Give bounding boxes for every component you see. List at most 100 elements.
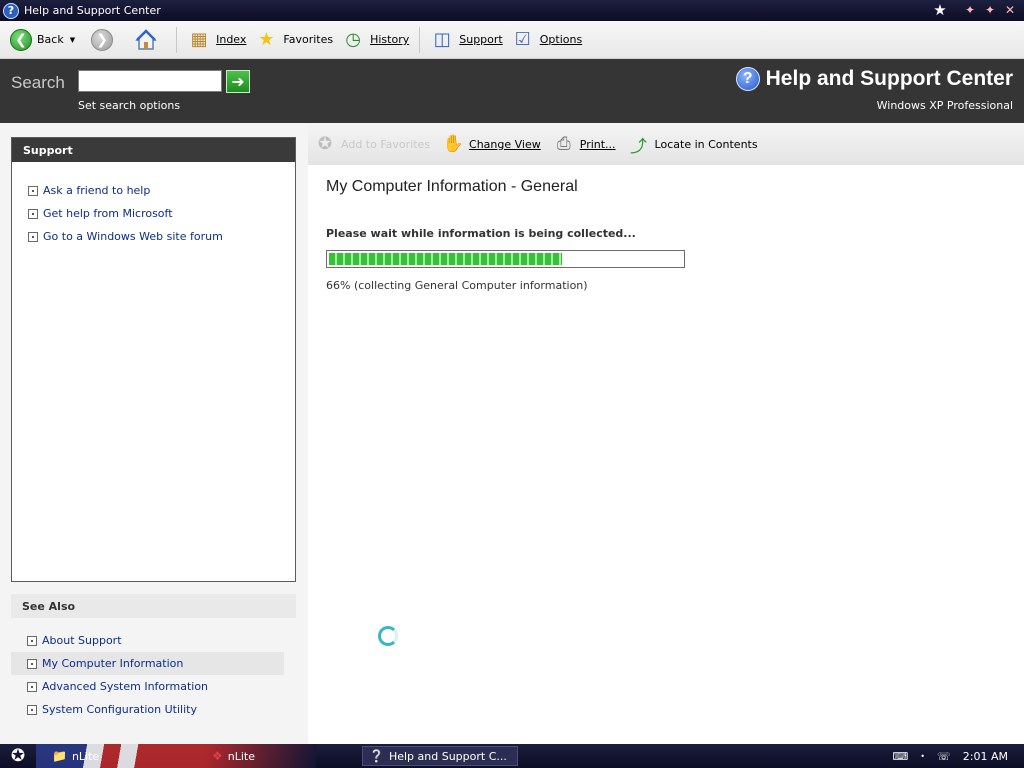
list-item-label: Go to a Windows Web site forum bbox=[43, 230, 223, 243]
content-pane: ✪ Add to Favorites ✋ Change View ⎙ Print… bbox=[308, 123, 1024, 744]
support-button[interactable]: ◫ Support bbox=[426, 25, 506, 55]
forward-button[interactable]: ❯ bbox=[87, 25, 122, 55]
see-also-item-my-computer-info[interactable]: My Computer Information bbox=[11, 652, 284, 675]
printer-icon: ⎙ bbox=[556, 134, 571, 154]
help-question-icon: ? bbox=[735, 67, 760, 91]
index-label: Index bbox=[216, 33, 247, 46]
taskbar-item-nlite-folder[interactable]: 📁 nLite bbox=[46, 746, 196, 766]
search-options-link[interactable]: Set search options bbox=[78, 99, 180, 112]
back-button-label: Back bbox=[37, 33, 64, 46]
list-item-label: Ask a friend to help bbox=[43, 184, 151, 197]
bullet-icon bbox=[28, 231, 38, 242]
title-bar: ? Help and Support Center ★ ✦ ✦ ✕ bbox=[0, 0, 1024, 21]
header-title: ? Help and Support Center bbox=[735, 67, 1013, 91]
add-favorites-label: Add to Favorites bbox=[341, 137, 431, 151]
start-star-icon: ✪ bbox=[10, 746, 26, 766]
print-button[interactable]: ⎙ Print... bbox=[553, 132, 616, 156]
history-label: History bbox=[370, 33, 410, 46]
close-icon[interactable]: ✕ bbox=[1002, 2, 1018, 18]
locate-in-contents-button[interactable]: ⤴ Locate in Contents bbox=[628, 132, 758, 157]
chevron-down-icon[interactable]: ▼ bbox=[70, 36, 75, 44]
bullet-icon bbox=[27, 658, 37, 669]
window-controls: ★ ✦ ✦ ✕ bbox=[932, 1, 1018, 19]
network-icon[interactable]: ☏ bbox=[937, 750, 951, 763]
book-icon: ▦ bbox=[190, 29, 208, 50]
support-panel: Support Ask a friend to help Get help fr… bbox=[11, 137, 296, 582]
list-item-label: System Configuration Utility bbox=[42, 703, 197, 716]
list-item-label: About Support bbox=[42, 634, 122, 647]
list-item-label: My Computer Information bbox=[42, 657, 184, 670]
taskbar-item-nlite-app[interactable]: ❖ nLite bbox=[206, 746, 346, 766]
go-arrow-icon: ➜ bbox=[231, 72, 245, 91]
start-button[interactable]: ✪ bbox=[0, 744, 36, 768]
change-view-button[interactable]: ✋ Change View bbox=[442, 132, 540, 156]
star-icon: ★ bbox=[258, 29, 275, 50]
change-view-icon: ✋ bbox=[442, 134, 464, 154]
options-button[interactable]: ☑ Options bbox=[507, 25, 586, 55]
tray-arrow-icon[interactable]: • bbox=[920, 752, 925, 761]
header-title-text: Help and Support Center bbox=[765, 67, 1013, 90]
progress-bar bbox=[326, 250, 685, 268]
support-item-microsoft[interactable]: Get help from Microsoft bbox=[28, 202, 295, 225]
see-also-item-system-config[interactable]: System Configuration Utility bbox=[11, 698, 296, 721]
progress-status-text: 66% (collecting General Computer informa… bbox=[326, 279, 588, 292]
home-button[interactable] bbox=[122, 25, 170, 55]
nlite-app-icon: ❖ bbox=[212, 749, 223, 763]
window-title: Help and Support Center bbox=[24, 4, 161, 17]
task-label: nLite bbox=[227, 749, 256, 763]
search-go-button[interactable]: ➜ bbox=[226, 70, 250, 93]
help-question-icon: ❔ bbox=[369, 749, 384, 763]
back-arrow-icon: ❮ bbox=[10, 28, 32, 51]
bullet-icon bbox=[27, 635, 37, 646]
support-heading: Support bbox=[12, 138, 295, 162]
favorites-star-icon: ✪ bbox=[317, 134, 333, 154]
toolbar-divider bbox=[176, 26, 178, 53]
history-button[interactable]: ◷ History bbox=[337, 25, 413, 55]
see-also-item-about-support[interactable]: About Support bbox=[11, 629, 296, 652]
busy-spinner-icon bbox=[378, 626, 398, 646]
support-icon: ◫ bbox=[433, 29, 451, 50]
page-title: My Computer Information - General bbox=[326, 178, 578, 195]
search-label: Search bbox=[11, 73, 65, 92]
index-button[interactable]: ▦ Index bbox=[183, 25, 250, 55]
taskbar: ✪ 📁 nLite ❖ nLite ❔ Help and Support C..… bbox=[0, 744, 1024, 768]
see-also-item-advanced-system-info[interactable]: Advanced System Information bbox=[11, 675, 296, 698]
theme-star-icon[interactable]: ★ bbox=[932, 1, 948, 19]
system-tray: ⌨ • ☏ 2:01 AM bbox=[892, 744, 1024, 768]
bullet-icon bbox=[27, 704, 37, 715]
support-item-ask-friend[interactable]: Ask a friend to help bbox=[28, 179, 295, 202]
task-label: nLite bbox=[71, 749, 100, 763]
progress-bar-fill bbox=[329, 253, 562, 265]
navigation-toolbar: ❮ Back ▼ ❯ ▦ Index ★ Favorites ◷ History… bbox=[0, 21, 1024, 59]
support-item-web-forum[interactable]: Go to a Windows Web site forum bbox=[28, 225, 295, 248]
history-clock-icon: ◷ bbox=[345, 29, 361, 50]
locate-label: Locate in Contents bbox=[654, 137, 758, 151]
content-toolbar: ✪ Add to Favorites ✋ Change View ⎙ Print… bbox=[308, 123, 1024, 165]
wait-message: Please wait while information is being c… bbox=[326, 227, 636, 240]
os-edition: Windows XP Professional bbox=[876, 99, 1013, 112]
options-checklist-icon: ☑ bbox=[514, 29, 531, 50]
support-link-list: Ask a friend to help Get help from Micro… bbox=[12, 162, 295, 248]
search-input[interactable] bbox=[78, 70, 222, 92]
print-label: Print... bbox=[579, 137, 616, 151]
home-icon bbox=[135, 28, 157, 50]
see-also-list: About Support My Computer Information Ad… bbox=[11, 629, 296, 721]
add-to-favorites-button[interactable]: ✪ Add to Favorites bbox=[314, 132, 430, 156]
taskbar-item-help-support[interactable]: ❔ Help and Support C... bbox=[362, 746, 518, 766]
forward-arrow-icon: ❯ bbox=[91, 28, 114, 51]
left-navigation-pane: Support Ask a friend to help Get help fr… bbox=[0, 123, 308, 744]
options-label: Options bbox=[539, 33, 583, 46]
see-also-heading: See Also bbox=[11, 594, 296, 618]
maximize-icon[interactable]: ✦ bbox=[982, 2, 998, 18]
locate-arrow-icon: ⤴ bbox=[630, 136, 648, 157]
back-button[interactable]: ❮ Back ▼ bbox=[6, 25, 79, 55]
keyboard-icon[interactable]: ⌨ bbox=[892, 750, 908, 763]
favorites-button[interactable]: ★ Favorites bbox=[250, 25, 337, 55]
folder-icon: 📁 bbox=[52, 749, 67, 763]
search-banner: Search ➜ Set search options ? Help and S… bbox=[0, 59, 1024, 123]
clock[interactable]: 2:01 AM bbox=[963, 750, 1008, 763]
list-item-label: Get help from Microsoft bbox=[43, 207, 173, 220]
help-app-icon: ? bbox=[3, 2, 19, 19]
minimize-icon[interactable]: ✦ bbox=[962, 2, 978, 18]
toolbar-divider-2 bbox=[419, 26, 421, 53]
